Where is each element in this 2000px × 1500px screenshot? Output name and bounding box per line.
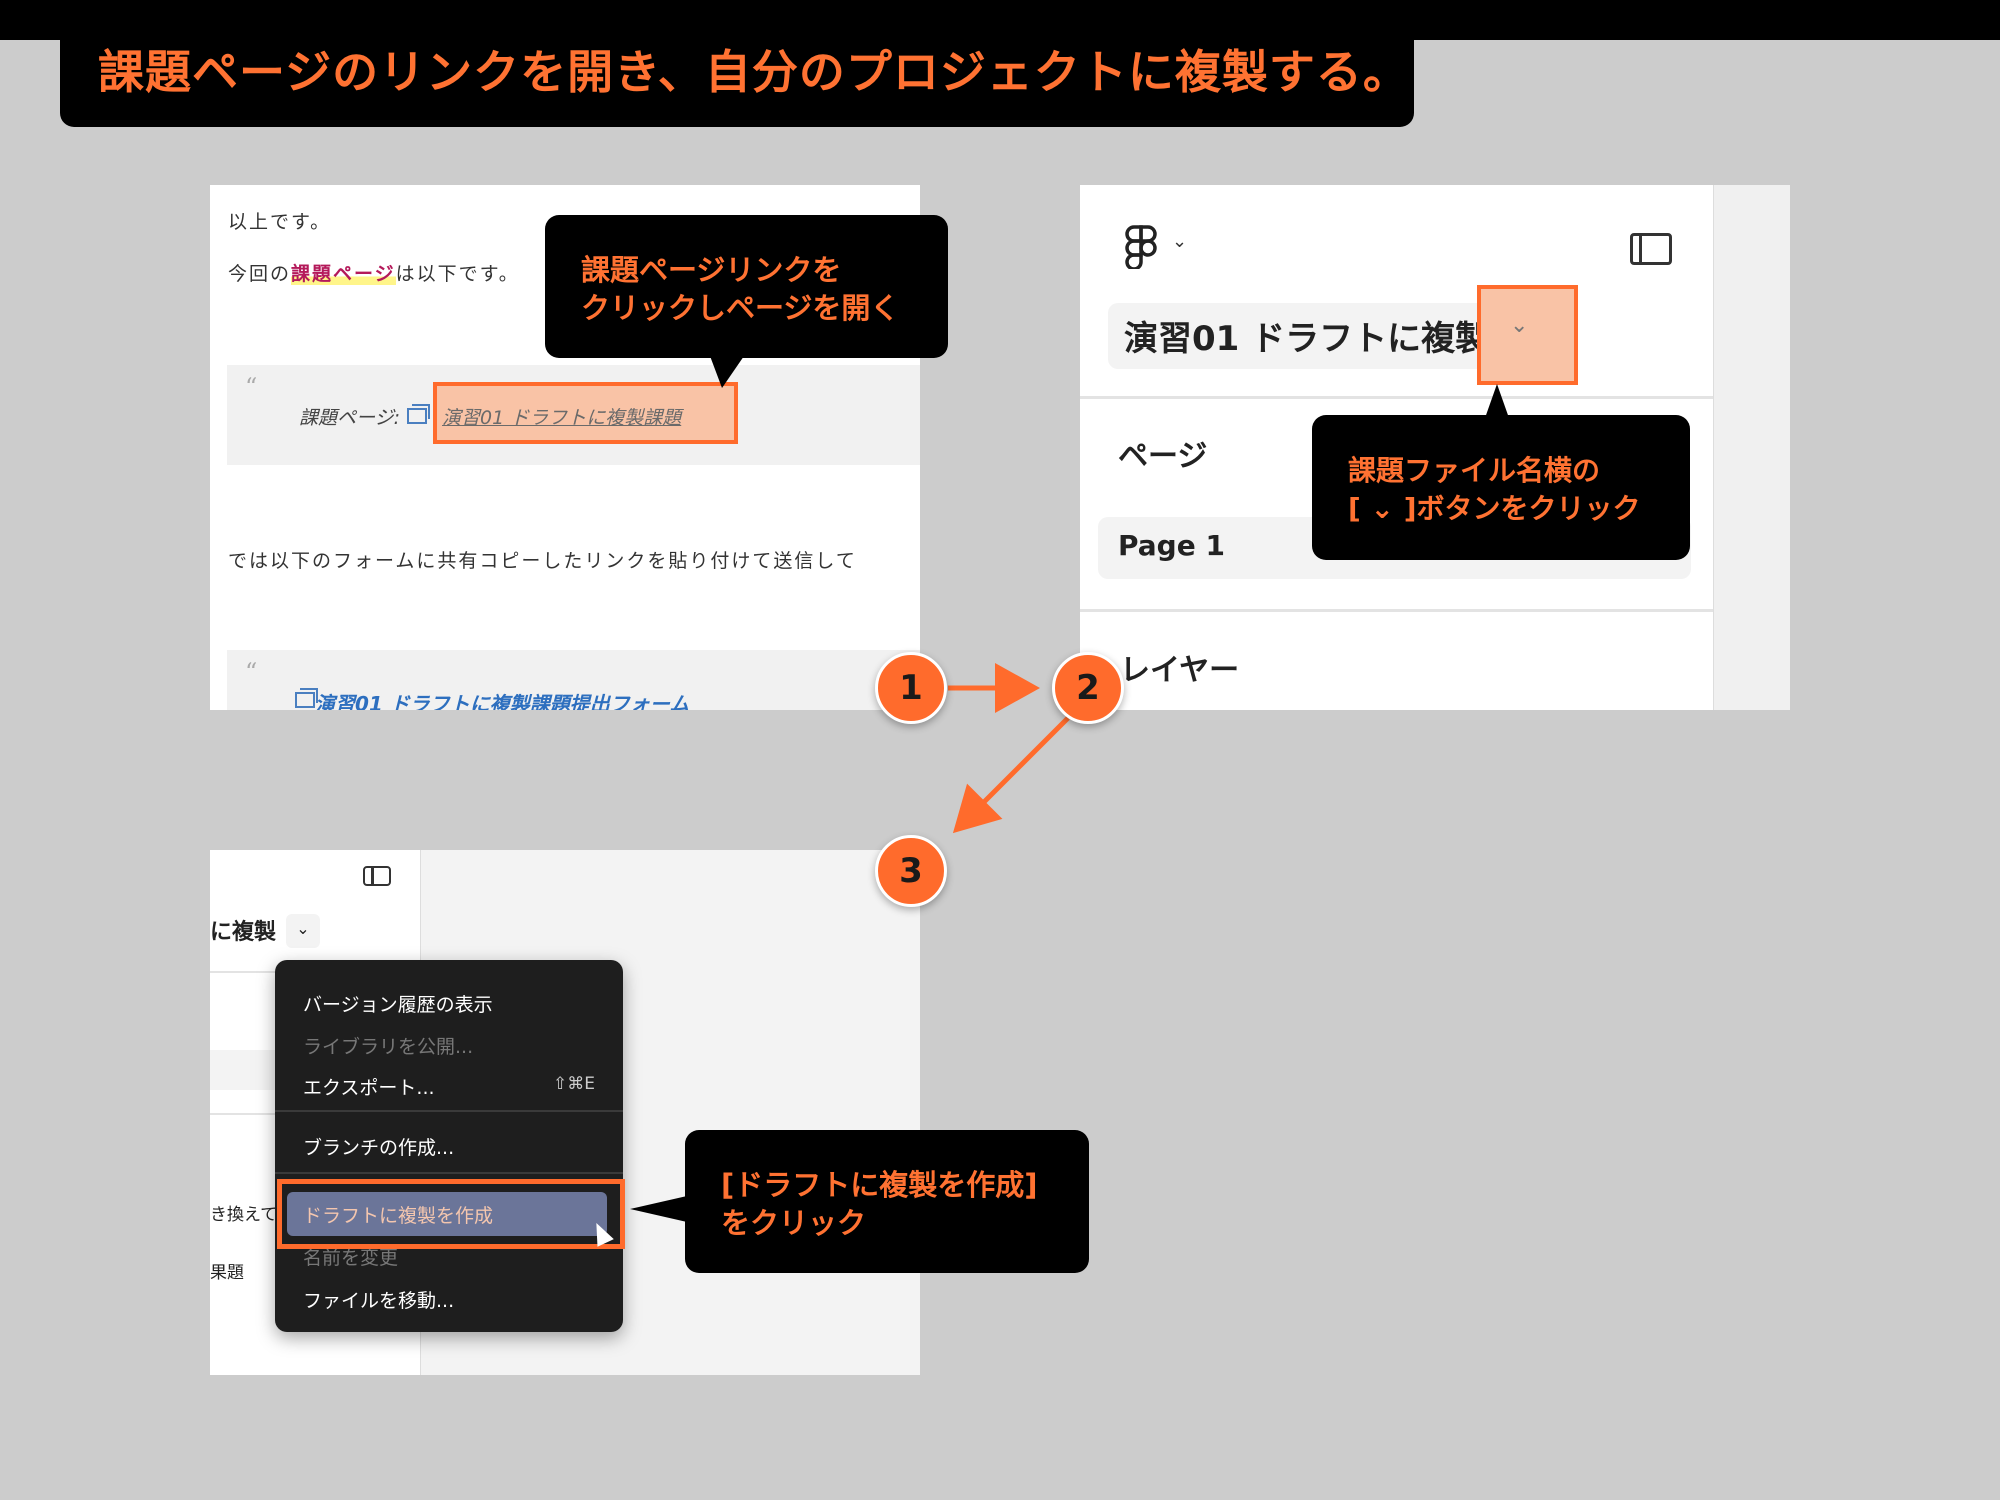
step-3-badge: 3 [875, 835, 947, 907]
step-arrows [948, 663, 1070, 834]
step-1-badge: 1 [875, 652, 947, 724]
arrow-step2-to-step3 [952, 716, 1070, 834]
step-2-badge: 2 [1052, 652, 1124, 724]
